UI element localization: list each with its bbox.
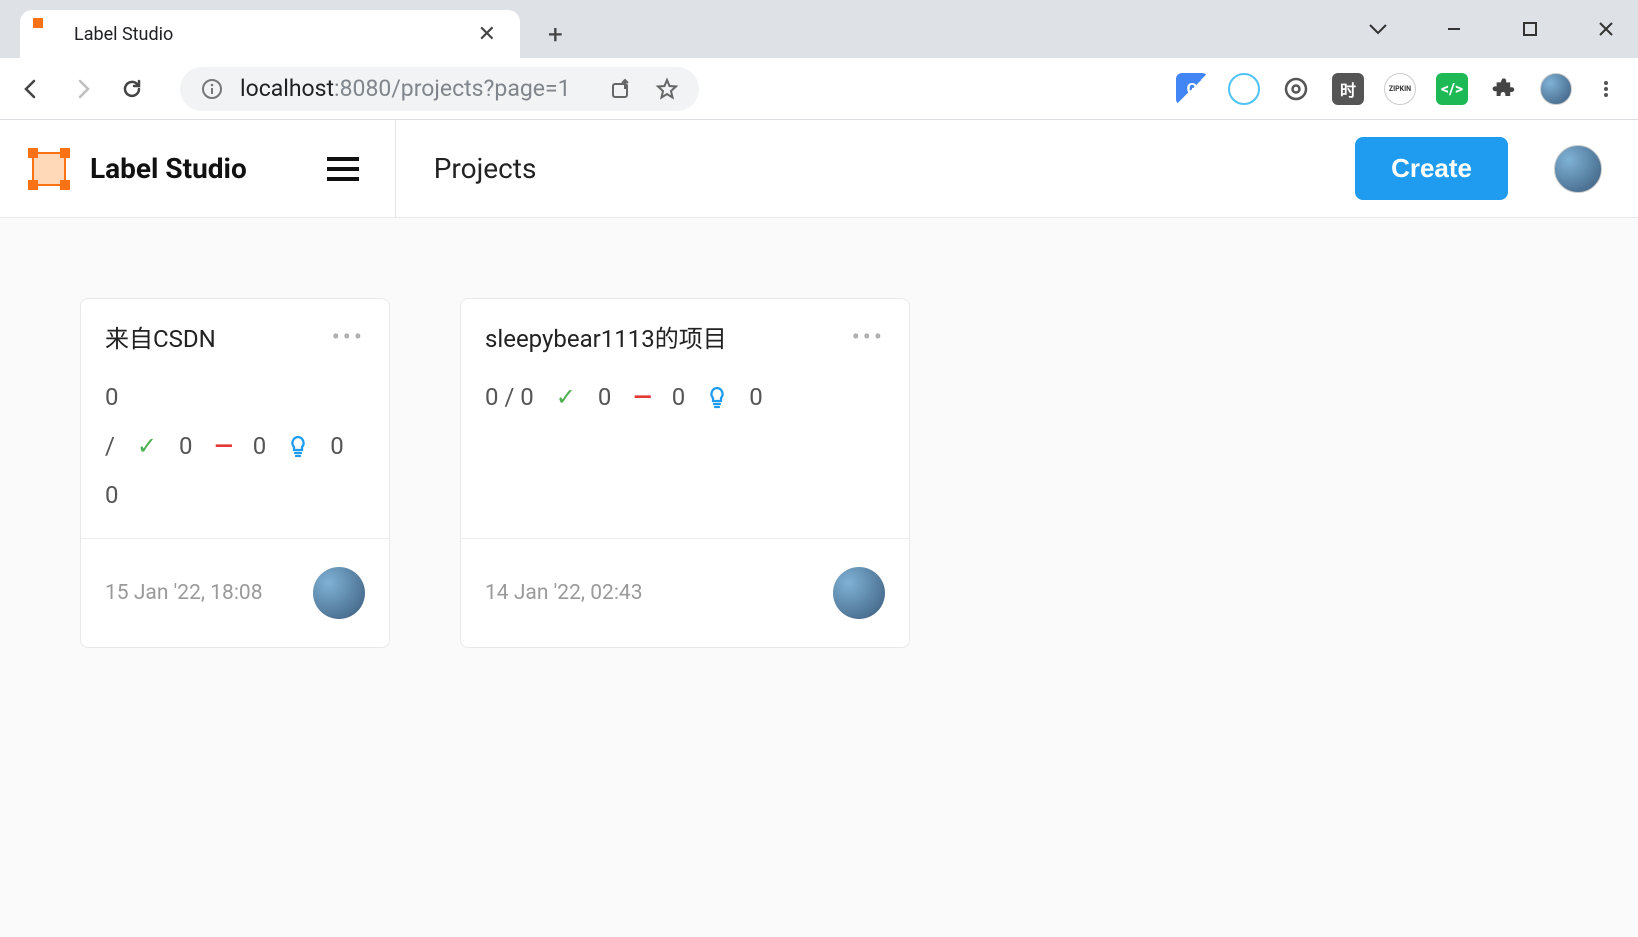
maximize-button[interactable] xyxy=(1506,5,1554,53)
devtools-extension-icon[interactable]: </> xyxy=(1436,73,1468,105)
projects-content: 来自CSDN ••• 0 / ✓ 0 — 0 0 0 15 Jan '22, 1… xyxy=(0,218,1638,937)
check-icon: ✓ xyxy=(556,376,576,419)
header-divider xyxy=(395,120,396,218)
browser-tab[interactable]: Label Studio ✕ xyxy=(20,10,520,58)
address-bar: localhost:8080/projects?page=1 G 时 ZIPKI… xyxy=(0,58,1638,120)
new-tab-button[interactable]: + xyxy=(540,12,571,58)
stat-bulb-count: 0 xyxy=(330,425,344,468)
browser-chrome: Label Studio ✕ + localhost:8080/projects… xyxy=(0,0,1638,120)
stat-check-count: 0 xyxy=(598,376,612,419)
bulb-icon xyxy=(707,386,727,410)
create-button[interactable]: Create xyxy=(1355,137,1508,200)
translate-extension-icon[interactable]: G xyxy=(1176,73,1208,105)
stat-dash-count: 0 xyxy=(672,376,686,419)
adblock-extension-icon[interactable] xyxy=(1280,73,1312,105)
label-studio-favicon xyxy=(38,23,60,45)
profile-avatar-icon[interactable] xyxy=(1540,73,1572,105)
browser-menu-icon[interactable] xyxy=(1592,75,1620,103)
stat-check-count: 0 xyxy=(179,425,193,468)
site-info-icon[interactable] xyxy=(198,75,226,103)
minimize-button[interactable] xyxy=(1430,5,1478,53)
back-button[interactable] xyxy=(18,75,46,103)
zipkin-extension-icon[interactable]: ZIPKIN xyxy=(1384,73,1416,105)
page-title: Projects xyxy=(434,152,537,185)
bulb-icon xyxy=(288,435,308,459)
app-header: Label Studio Projects Create xyxy=(0,120,1638,218)
url-box[interactable]: localhost:8080/projects?page=1 xyxy=(180,67,699,111)
project-title: sleepybear1113的项目 xyxy=(485,319,727,354)
opera-extension-icon[interactable] xyxy=(1228,73,1260,105)
project-card[interactable]: 来自CSDN ••• 0 / ✓ 0 — 0 0 0 15 Jan '22, 1… xyxy=(80,298,390,648)
tab-search-icon[interactable] xyxy=(1354,5,1402,53)
label-studio-logo-icon xyxy=(28,148,70,190)
stat-extra: 0 xyxy=(105,474,119,517)
stat-bulb-count: 0 xyxy=(749,376,763,419)
dash-icon: — xyxy=(215,425,231,468)
stat-separator: / xyxy=(105,425,115,468)
check-icon: ✓ xyxy=(137,425,157,468)
extensions-menu-icon[interactable] xyxy=(1488,73,1520,105)
dash-icon: — xyxy=(633,376,649,419)
reload-button[interactable] xyxy=(118,75,146,103)
bookmark-star-icon[interactable] xyxy=(653,75,681,103)
stat-ratio: 0 / 0 xyxy=(485,376,534,419)
tab-strip: Label Studio ✕ + xyxy=(0,0,1638,58)
forward-button[interactable] xyxy=(68,75,96,103)
browser-tab-title: Label Studio xyxy=(74,24,458,45)
close-window-button[interactable] xyxy=(1582,5,1630,53)
project-owner-avatar xyxy=(833,567,885,619)
brand-name: Label Studio xyxy=(90,152,247,185)
brand[interactable]: Label Studio xyxy=(0,148,275,190)
project-more-icon[interactable]: ••• xyxy=(332,323,365,351)
project-date: 14 Jan '22, 02:43 xyxy=(485,581,643,605)
stat-total: 0 xyxy=(105,376,119,419)
window-controls xyxy=(1354,0,1630,58)
url-host: localhost xyxy=(240,75,334,102)
hamburger-menu-icon[interactable] xyxy=(325,154,361,184)
close-tab-icon[interactable]: ✕ xyxy=(472,20,502,49)
url-text: localhost:8080/projects?page=1 xyxy=(240,75,571,102)
share-icon[interactable] xyxy=(607,75,635,103)
project-stats: 0 / 0 ✓ 0 — 0 0 xyxy=(485,376,885,419)
project-date: 15 Jan '22, 18:08 xyxy=(105,581,263,605)
extension-icons: G 时 ZIPKIN </> xyxy=(1176,73,1620,105)
stat-dash-count: 0 xyxy=(253,425,267,468)
user-avatar[interactable] xyxy=(1554,145,1602,193)
project-more-icon[interactable]: ••• xyxy=(852,323,885,351)
project-card[interactable]: sleepybear1113的项目 ••• 0 / 0 ✓ 0 — 0 0 14… xyxy=(460,298,910,648)
project-stats: 0 / ✓ 0 — 0 0 0 xyxy=(105,376,365,518)
url-path: :8080/projects?page=1 xyxy=(334,75,570,102)
project-title: 来自CSDN xyxy=(105,319,216,354)
shi-extension-icon[interactable]: 时 xyxy=(1332,73,1364,105)
project-owner-avatar xyxy=(313,567,365,619)
